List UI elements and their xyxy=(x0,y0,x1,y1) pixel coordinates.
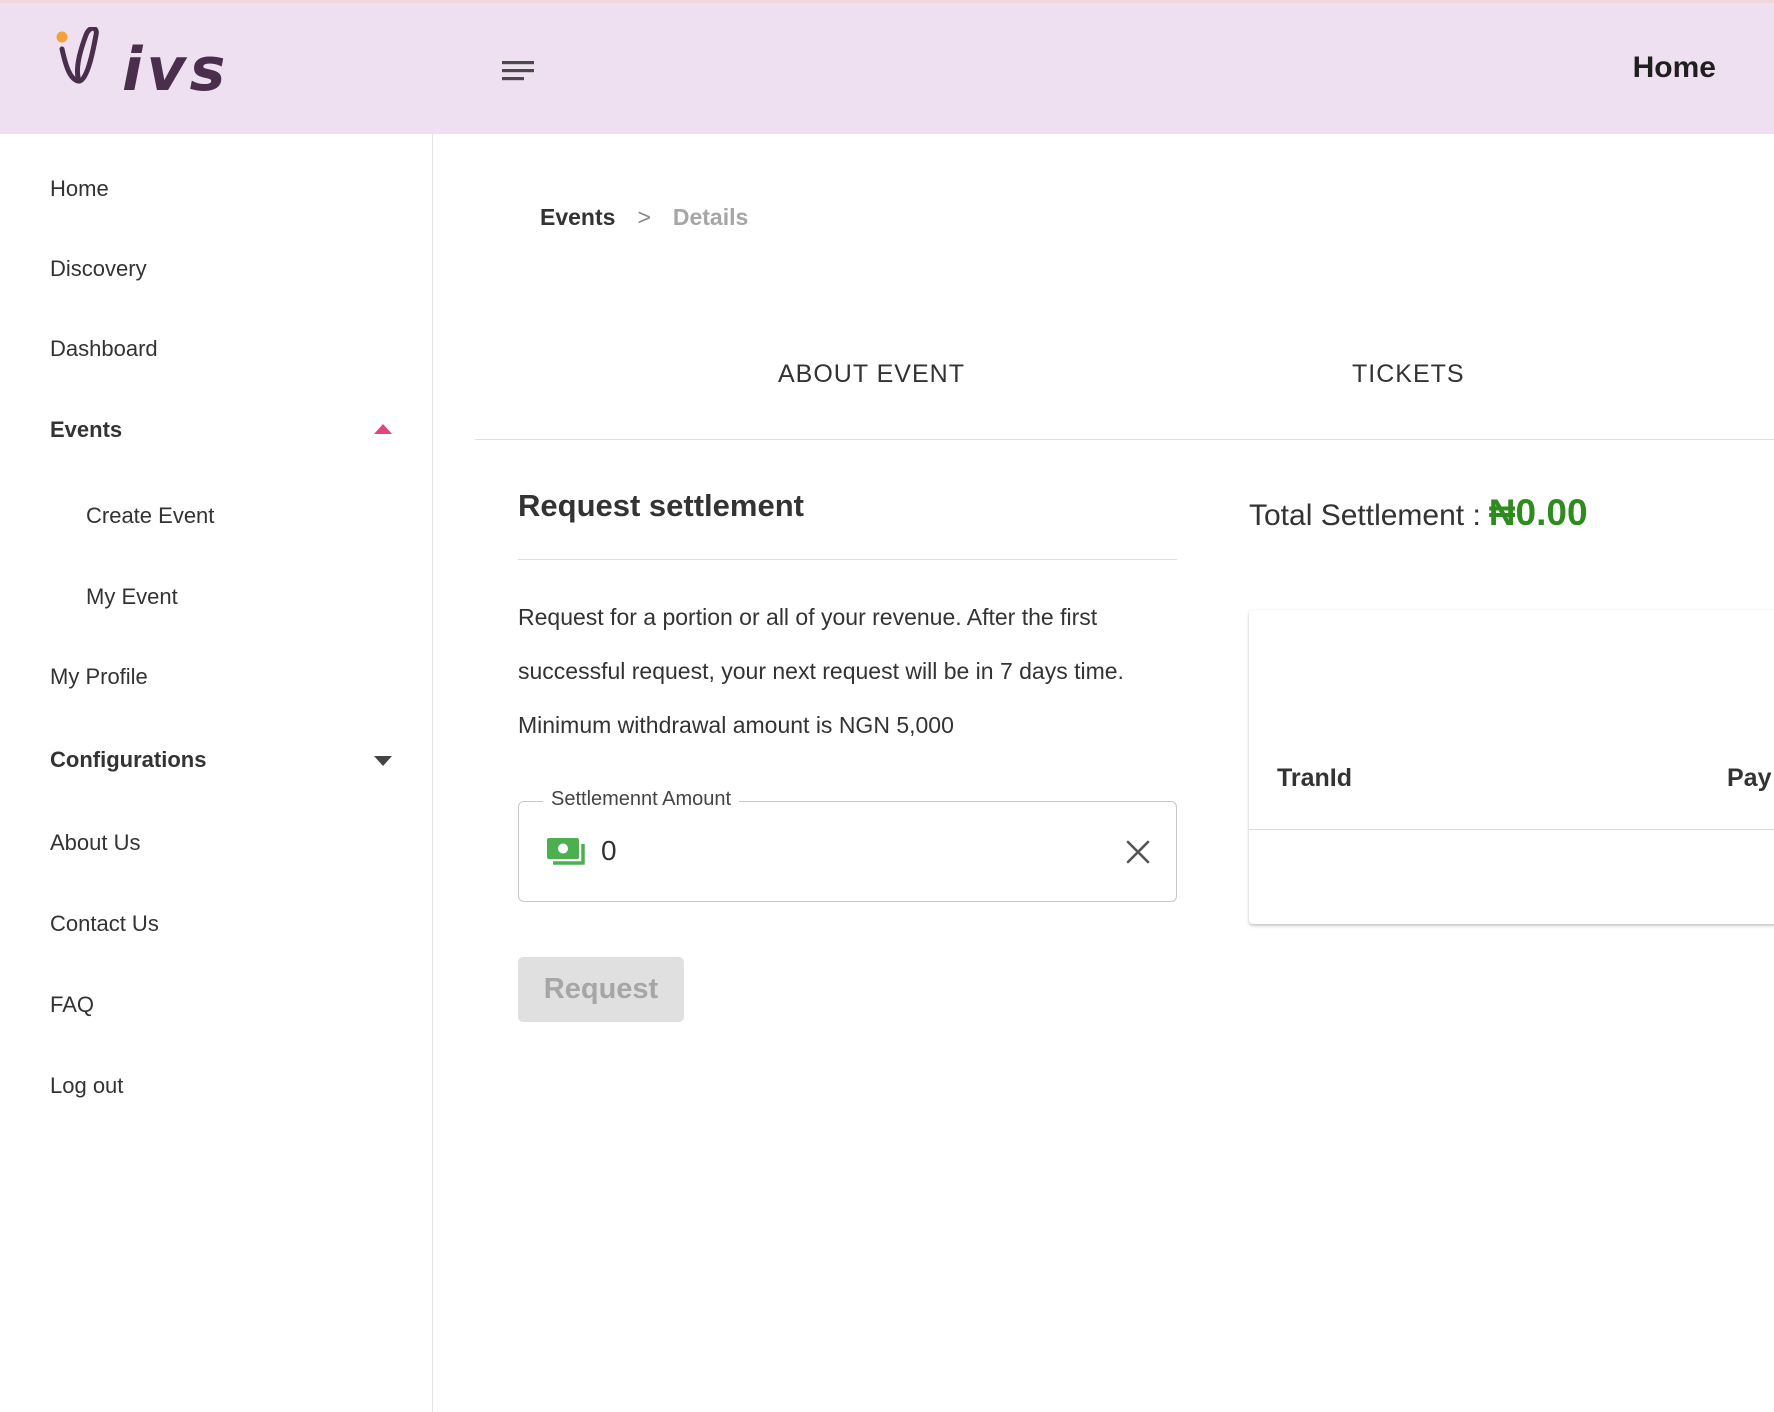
sidebar-item-events[interactable]: Events xyxy=(0,395,432,465)
sidebar-item-label: Create Event xyxy=(86,503,215,528)
sidebar-item-label: Discovery xyxy=(50,256,147,281)
breadcrumb-current: Details xyxy=(672,204,749,230)
section-divider xyxy=(518,559,1177,560)
sidebar-item-label: Contact Us xyxy=(50,911,159,936)
sidebar-item-contact-us[interactable]: Contact Us xyxy=(0,889,432,959)
sidebar-item-label: Log out xyxy=(50,1073,124,1098)
sidebar-item-dashboard[interactable]: Dashboard xyxy=(0,314,432,384)
settlement-table: TranId Pay xyxy=(1249,610,1774,924)
tab-tickets[interactable]: TICKETS xyxy=(1352,360,1465,389)
sidebar-item-create-event[interactable]: Create Event xyxy=(0,481,432,551)
hamburger-menu-button[interactable] xyxy=(498,55,538,89)
sidebar-item-label: Events xyxy=(50,417,123,442)
money-icon xyxy=(547,838,585,865)
total-settlement-label: Total Settlement : xyxy=(1249,499,1481,532)
settlement-amount-label: Settlemennt Amount xyxy=(543,788,740,811)
sidebar-item-my-event[interactable]: My Event xyxy=(0,562,432,632)
caret-down-icon xyxy=(374,756,392,766)
sidebar-item-discovery[interactable]: Discovery xyxy=(0,234,432,304)
sidebar-item-label: My Event xyxy=(86,584,178,609)
column-header-pay[interactable]: Pay xyxy=(1727,764,1771,793)
sidebar-item-label: Dashboard xyxy=(50,336,158,361)
breadcrumb: Events > Details xyxy=(540,204,748,231)
settlement-amount-input[interactable]: 0 xyxy=(601,835,617,867)
request-settlement-title: Request settlement xyxy=(518,488,804,523)
top-app-bar: ivs Home xyxy=(0,0,1774,134)
sidebar-item-log-out[interactable]: Log out xyxy=(0,1051,432,1121)
close-icon[interactable] xyxy=(1124,838,1152,866)
request-button[interactable]: Request xyxy=(518,957,684,1022)
sidebar-item-home[interactable]: Home xyxy=(0,154,432,224)
sidebar-item-label: About Us xyxy=(50,830,141,855)
table-header-divider xyxy=(1249,829,1774,830)
page-header-title: Home xyxy=(1632,51,1716,84)
sidebar-item-label: Home xyxy=(50,176,109,201)
settlement-amount-field[interactable]: Settlemennt Amount 0 xyxy=(518,788,1177,902)
event-tabs: ABOUT EVENT TICKETS xyxy=(475,340,1774,440)
logo-text: ivs xyxy=(122,35,230,105)
sidebar-item-label: FAQ xyxy=(50,992,95,1017)
sidebar-item-my-profile[interactable]: My Profile xyxy=(0,642,432,712)
sidebar-item-label: Configurations xyxy=(50,747,207,772)
column-header-tranid[interactable]: TranId xyxy=(1277,764,1352,793)
logo-mark-icon xyxy=(56,25,99,84)
sidebar-item-faq[interactable]: FAQ xyxy=(0,970,432,1040)
sidebar-nav: Home Discovery Dashboard Events Create E… xyxy=(0,134,433,1412)
brand-logo[interactable]: ivs xyxy=(56,25,230,107)
sidebar-item-about-us[interactable]: About Us xyxy=(0,808,432,878)
caret-up-icon xyxy=(374,424,392,434)
settlement-description: Request for a portion or all of your rev… xyxy=(518,604,1124,738)
sidebar-item-configurations[interactable]: Configurations xyxy=(0,725,432,795)
breadcrumb-events-link[interactable]: Events xyxy=(540,204,615,231)
hamburger-menu-icon xyxy=(502,61,534,81)
total-settlement: Total Settlement : ₦0.00 xyxy=(1249,492,1588,534)
total-settlement-value: ₦0.00 xyxy=(1488,492,1588,533)
breadcrumb-separator: > xyxy=(637,204,651,230)
sidebar-item-label: My Profile xyxy=(50,664,148,689)
tab-about-event[interactable]: ABOUT EVENT xyxy=(778,360,965,389)
